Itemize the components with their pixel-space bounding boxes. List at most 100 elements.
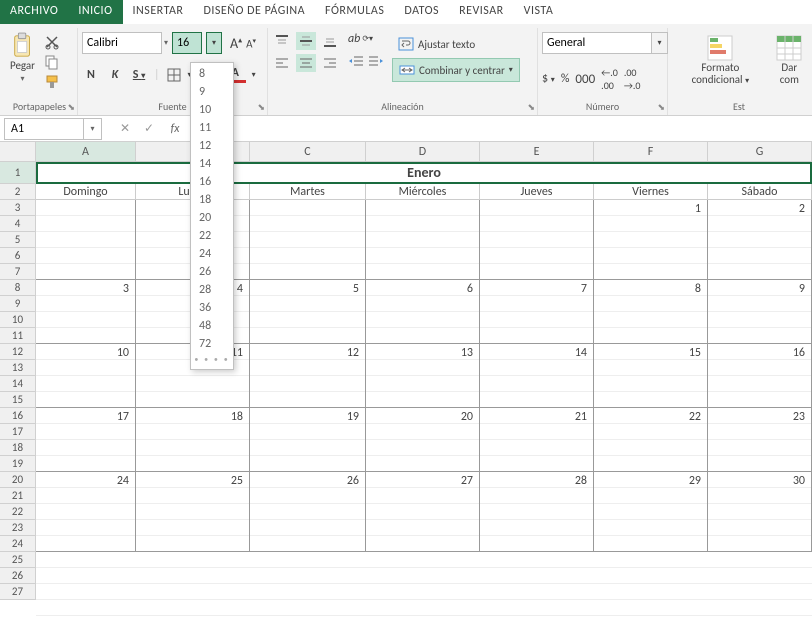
- decrease-font-icon[interactable]: A▾: [246, 36, 256, 51]
- dropdown-resize-grip[interactable]: • • • •: [191, 353, 233, 367]
- bold-button[interactable]: N: [82, 68, 100, 82]
- row-header[interactable]: 23: [0, 520, 36, 536]
- italic-button[interactable]: K: [106, 68, 124, 82]
- column-header[interactable]: C: [250, 142, 366, 161]
- row-header[interactable]: 6: [0, 248, 36, 264]
- number-format-combo[interactable]: [542, 32, 652, 54]
- row-header[interactable]: 18: [0, 440, 36, 456]
- calendar-cell[interactable]: 23: [708, 408, 812, 472]
- calendar-title-cell[interactable]: Enero: [36, 162, 812, 184]
- align-right-icon[interactable]: [320, 54, 340, 72]
- calendar-cell[interactable]: 8: [594, 280, 708, 344]
- tab-data[interactable]: DATOS: [394, 0, 449, 24]
- calendar-cell[interactable]: 20: [366, 408, 480, 472]
- row-header[interactable]: 19: [0, 456, 36, 472]
- number-format-dropdown[interactable]: ▾: [652, 32, 668, 54]
- font-size-option[interactable]: 14: [191, 155, 233, 173]
- column-header[interactable]: F: [594, 142, 708, 161]
- calendar-cell[interactable]: [366, 200, 480, 280]
- day-header[interactable]: Martes: [250, 184, 366, 200]
- column-header[interactable]: D: [366, 142, 480, 161]
- row-header[interactable]: 2: [0, 184, 36, 200]
- increase-indent-icon[interactable]: [368, 54, 384, 68]
- row-header[interactable]: 17: [0, 424, 36, 440]
- paste-button[interactable]: Pegar ▾: [6, 32, 39, 86]
- calendar-cell[interactable]: 9: [708, 280, 812, 344]
- calendar-cell[interactable]: 17: [36, 408, 136, 472]
- select-all-corner[interactable]: [0, 142, 36, 161]
- merge-center-button[interactable]: Combinar y centrar ▾: [392, 58, 520, 82]
- calendar-cell[interactable]: [36, 200, 136, 280]
- calendar-cell[interactable]: 1: [594, 200, 708, 280]
- calendar-cell[interactable]: 3: [36, 280, 136, 344]
- calendar-cell[interactable]: [250, 200, 366, 280]
- row-header[interactable]: 14: [0, 376, 36, 392]
- calendar-cell[interactable]: 30: [708, 472, 812, 552]
- cut-icon[interactable]: [43, 34, 61, 50]
- thousands-button[interactable]: 000: [575, 72, 595, 87]
- calendar-cell[interactable]: 2: [708, 200, 812, 280]
- row-header[interactable]: 26: [0, 568, 36, 584]
- number-launcher[interactable]: ⬊: [657, 102, 665, 113]
- align-left-icon[interactable]: [272, 54, 292, 72]
- tab-pagelayout[interactable]: DISEÑO DE PÁGINA: [193, 0, 315, 24]
- row-header[interactable]: 5: [0, 232, 36, 248]
- calendar-cell[interactable]: 18: [136, 408, 250, 472]
- clipboard-launcher[interactable]: ⬊: [67, 102, 75, 113]
- font-size-option[interactable]: 72: [191, 335, 233, 353]
- calendar-cell[interactable]: 28: [480, 472, 594, 552]
- tab-view[interactable]: VISTA: [514, 0, 564, 24]
- calendar-cell[interactable]: [480, 200, 594, 280]
- calendar-cell[interactable]: 19: [250, 408, 366, 472]
- row-header[interactable]: 24: [0, 536, 36, 552]
- column-header[interactable]: A: [36, 142, 136, 161]
- font-size-option[interactable]: 22: [191, 227, 233, 245]
- calendar-cell[interactable]: 5: [250, 280, 366, 344]
- day-header[interactable]: Viernes: [594, 184, 708, 200]
- calendar-cell[interactable]: 24: [36, 472, 136, 552]
- decrease-decimal-icon[interactable]: .00→.0: [624, 66, 641, 92]
- currency-button[interactable]: $ ▾: [542, 72, 555, 86]
- calendar-cell[interactable]: 21: [480, 408, 594, 472]
- row-header[interactable]: 20: [0, 472, 36, 488]
- copy-icon[interactable]: [43, 54, 61, 70]
- font-size-option[interactable]: 10: [191, 101, 233, 119]
- calendar-cell[interactable]: 26: [250, 472, 366, 552]
- calendar-cell[interactable]: 22: [594, 408, 708, 472]
- increase-decimal-icon[interactable]: ←.0.00: [601, 66, 618, 92]
- alignment-launcher[interactable]: ⬊: [527, 102, 535, 113]
- border-button[interactable]: [166, 67, 182, 83]
- column-header[interactable]: G: [708, 142, 812, 161]
- font-size-option[interactable]: 36: [191, 299, 233, 317]
- font-size-option[interactable]: 18: [191, 191, 233, 209]
- enter-icon[interactable]: ✓: [138, 118, 160, 140]
- row-header[interactable]: 4: [0, 216, 36, 232]
- font-size-option[interactable]: 26: [191, 263, 233, 281]
- percent-button[interactable]: %: [561, 72, 570, 86]
- calendar-cell[interactable]: 10: [36, 344, 136, 408]
- font-launcher[interactable]: ⬊: [257, 102, 265, 113]
- font-size-option[interactable]: 28: [191, 281, 233, 299]
- tab-file[interactable]: ARCHIVO: [0, 0, 68, 24]
- tab-home[interactable]: INICIO: [68, 0, 122, 24]
- font-size-option[interactable]: 16: [191, 173, 233, 191]
- row-header[interactable]: 8: [0, 280, 36, 296]
- tab-insert[interactable]: INSERTAR: [123, 0, 194, 24]
- formula-input[interactable]: [186, 121, 812, 136]
- calendar-cell[interactable]: 29: [594, 472, 708, 552]
- font-size-combo[interactable]: [172, 32, 202, 54]
- font-size-option[interactable]: 11: [191, 119, 233, 137]
- row-header[interactable]: 25: [0, 552, 36, 568]
- calendar-cell[interactable]: 14: [480, 344, 594, 408]
- cancel-icon[interactable]: ✕: [114, 118, 136, 140]
- format-table-button[interactable]: Darcom: [773, 32, 806, 88]
- tab-review[interactable]: REVISAR: [449, 0, 514, 24]
- row-header[interactable]: 11: [0, 328, 36, 344]
- font-size-option[interactable]: 9: [191, 83, 233, 101]
- fx-icon[interactable]: fx: [164, 118, 186, 140]
- align-middle-icon[interactable]: [296, 32, 316, 50]
- calendar-cell[interactable]: 12: [250, 344, 366, 408]
- day-header[interactable]: Sábado: [708, 184, 812, 200]
- row-header[interactable]: 3: [0, 200, 36, 216]
- tab-formulas[interactable]: FÓRMULAS: [315, 0, 394, 24]
